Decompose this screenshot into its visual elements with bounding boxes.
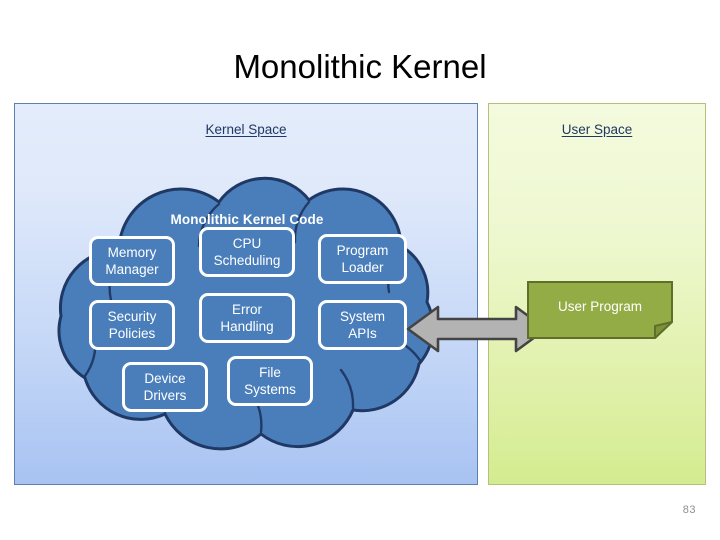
kernel-component-error-handling[interactable]: Error Handling (199, 293, 295, 343)
kernel-component-label: Device Drivers (143, 371, 187, 403)
page-number: 83 (682, 504, 696, 516)
kernel-component-security-policies[interactable]: Security Policies (89, 300, 175, 350)
kernel-component-label: Error Handling (220, 302, 274, 334)
user-program-label: User Program (557, 298, 643, 314)
user-program-box[interactable]: User Program (527, 281, 673, 339)
kernel-component-cpu-scheduling[interactable]: CPU Scheduling (199, 227, 295, 277)
kernel-space-label: Kernel Space (205, 122, 287, 137)
kernel-component-memory-manager[interactable]: Memory Manager (89, 236, 175, 286)
kernel-component-label: File Systems (244, 365, 296, 397)
slide-canvas: Monolithic Kernel Kernel Space Monolithi… (0, 0, 720, 540)
user-space-label: User Space (561, 122, 633, 137)
kernel-space-panel: Kernel Space Monolithic Kernel Code Memo… (14, 103, 478, 485)
kernel-component-label: Program Loader (336, 243, 389, 275)
kernel-component-label: Memory Manager (105, 245, 159, 277)
page-title: Monolithic Kernel (233, 48, 487, 85)
kernel-component-label: System APIs (339, 309, 385, 341)
kernel-component-label: Security Policies (107, 309, 157, 341)
cloud-heading: Monolithic Kernel Code (170, 212, 324, 227)
kernel-component-file-systems[interactable]: File Systems (227, 356, 313, 406)
kernel-component-device-drivers[interactable]: Device Drivers (122, 362, 208, 412)
kernel-component-program-loader[interactable]: Program Loader (318, 234, 407, 284)
kernel-component-label: CPU Scheduling (213, 236, 281, 268)
kernel-component-system-apis[interactable]: System APIs (318, 300, 407, 350)
